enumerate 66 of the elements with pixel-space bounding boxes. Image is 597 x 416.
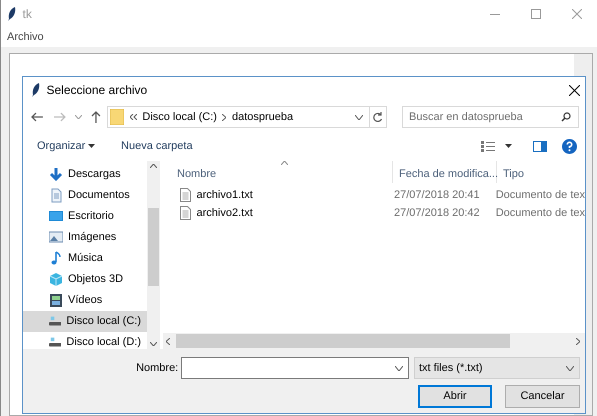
sidebar-item[interactable]: Música bbox=[23, 248, 147, 269]
maximize-icon[interactable] bbox=[530, 9, 540, 19]
text-file-icon bbox=[180, 206, 191, 220]
refresh-icon[interactable] bbox=[372, 112, 384, 122]
filename-label: Nombre: bbox=[136, 360, 178, 376]
breadcrumb-item[interactable]: datosprueba bbox=[232, 108, 294, 126]
dialog-button[interactable]: Abrir bbox=[418, 384, 492, 408]
toolbar-button[interactable]: Nueva carpeta bbox=[121, 136, 193, 156]
scrollbar[interactable] bbox=[147, 161, 160, 349]
sidebar-item[interactable]: Vídeos bbox=[23, 290, 147, 311]
sidebar-item[interactable]: Imágenes bbox=[23, 227, 147, 248]
double-chevron-icon bbox=[130, 114, 137, 120]
caret-icon bbox=[88, 144, 96, 148]
sidebar-item[interactable]: Disco local (D:) bbox=[23, 332, 147, 353]
help-icon[interactable] bbox=[562, 138, 577, 154]
feather-icon bbox=[31, 83, 41, 97]
scroll-up-icon[interactable] bbox=[150, 164, 157, 168]
picture-icon bbox=[49, 230, 63, 245]
sidebar-item[interactable]: Objetos 3D bbox=[23, 269, 147, 290]
chevron-down-icon[interactable] bbox=[394, 366, 402, 370]
preview-pane-icon[interactable] bbox=[532, 140, 546, 152]
desktop-icon bbox=[49, 209, 63, 224]
sidebar-item[interactable]: Descargas bbox=[23, 164, 147, 185]
sidebar-item[interactable]: Escritorio bbox=[23, 206, 147, 227]
up-icon[interactable] bbox=[90, 111, 101, 123]
scroll-left-icon[interactable] bbox=[166, 338, 170, 344]
filename-field[interactable] bbox=[181, 357, 409, 379]
search-icon bbox=[561, 112, 571, 122]
scroll-down-icon[interactable] bbox=[150, 342, 157, 346]
scrollbar[interactable] bbox=[163, 333, 585, 349]
file-date: 27/07/2018 20:42 bbox=[393, 206, 481, 220]
caret-icon[interactable] bbox=[504, 144, 512, 148]
download-icon bbox=[49, 167, 63, 182]
search-field[interactable]: Buscar en datosprueba bbox=[402, 106, 579, 128]
text-file-icon bbox=[180, 188, 191, 202]
toolbar-button[interactable]: Organizar bbox=[37, 136, 96, 156]
film-icon bbox=[49, 293, 63, 308]
sidebar-item[interactable]: Documentos bbox=[23, 185, 147, 206]
back-icon[interactable] bbox=[31, 112, 43, 122]
window-title: tk bbox=[22, 6, 32, 23]
sidebar-item[interactable]: Disco local (C:) bbox=[23, 311, 147, 332]
file-name[interactable]: archivo1.txt bbox=[196, 186, 253, 203]
menu-item[interactable]: Archivo bbox=[7, 29, 44, 46]
column-header[interactable]: Fecha de modifica... bbox=[393, 161, 497, 183]
feather-icon bbox=[7, 7, 17, 21]
dialog-button[interactable]: Cancelar bbox=[505, 384, 580, 408]
file-type: Documento de tex bbox=[494, 206, 585, 220]
file-name[interactable]: archivo2.txt bbox=[196, 204, 253, 221]
folder-icon bbox=[110, 109, 124, 125]
column-header[interactable]: Tipo bbox=[497, 161, 577, 183]
chevron-right-icon[interactable] bbox=[222, 114, 226, 120]
scroll-right-icon[interactable] bbox=[576, 338, 580, 344]
cube-icon bbox=[49, 272, 63, 287]
chevron-down-icon bbox=[566, 366, 574, 370]
file-date: 27/07/2018 20:41 bbox=[393, 188, 481, 202]
column-header[interactable]: Nombre bbox=[163, 161, 393, 183]
chevron-down-icon[interactable] bbox=[355, 114, 363, 120]
view-options-icon[interactable] bbox=[480, 140, 494, 152]
file-type: Documento de tex bbox=[494, 188, 585, 202]
music-note-icon bbox=[49, 251, 63, 266]
document-icon bbox=[49, 188, 63, 203]
breadcrumb-item[interactable]: Disco local (C:) bbox=[142, 108, 217, 126]
file-type-dropdown[interactable]: txt files (*.txt) bbox=[414, 357, 580, 379]
dialog-title: Seleccione archivo bbox=[46, 82, 148, 99]
address-bar[interactable]: Disco local (C:) datosprueba bbox=[106, 106, 387, 128]
close-icon[interactable] bbox=[568, 84, 580, 96]
